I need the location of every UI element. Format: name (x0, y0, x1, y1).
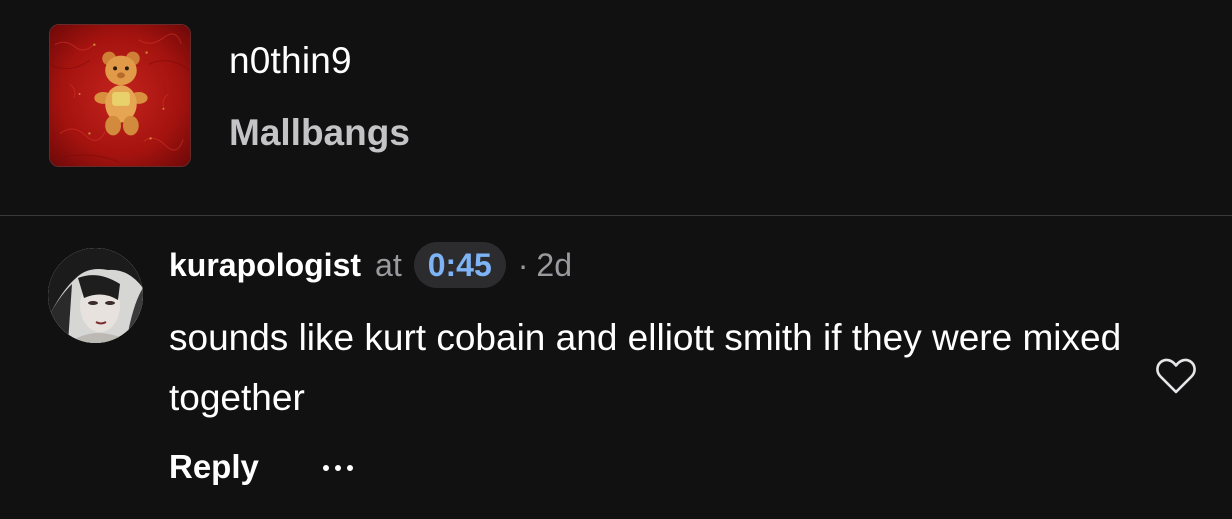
track-header: n0thin9 Mallbangs (0, 0, 1232, 216)
comment-meta: kurapologist at 0:45 · 2d (169, 242, 572, 288)
more-options-button[interactable] (318, 448, 358, 488)
track-artist[interactable]: Mallbangs (229, 112, 410, 154)
ellipsis-icon (323, 465, 353, 471)
like-button[interactable] (1152, 352, 1200, 400)
album-artwork[interactable] (49, 24, 191, 167)
comment-age: 2d (536, 246, 572, 283)
timestamp-link[interactable]: 0:45 (413, 242, 506, 288)
comment-item: kurapologist at 0:45 · 2d sounds like ku… (0, 216, 1232, 519)
heart-outline-icon (1156, 358, 1196, 394)
avatar[interactable] (48, 248, 143, 343)
track-title[interactable]: n0thin9 (229, 40, 352, 82)
comment-username[interactable]: kurapologist (169, 247, 361, 284)
at-label: at (375, 246, 402, 283)
comment-text: sounds like kurt cobain and elliott smit… (169, 317, 1122, 418)
reply-button[interactable]: Reply (169, 448, 259, 486)
meta-separator: · (517, 246, 529, 283)
